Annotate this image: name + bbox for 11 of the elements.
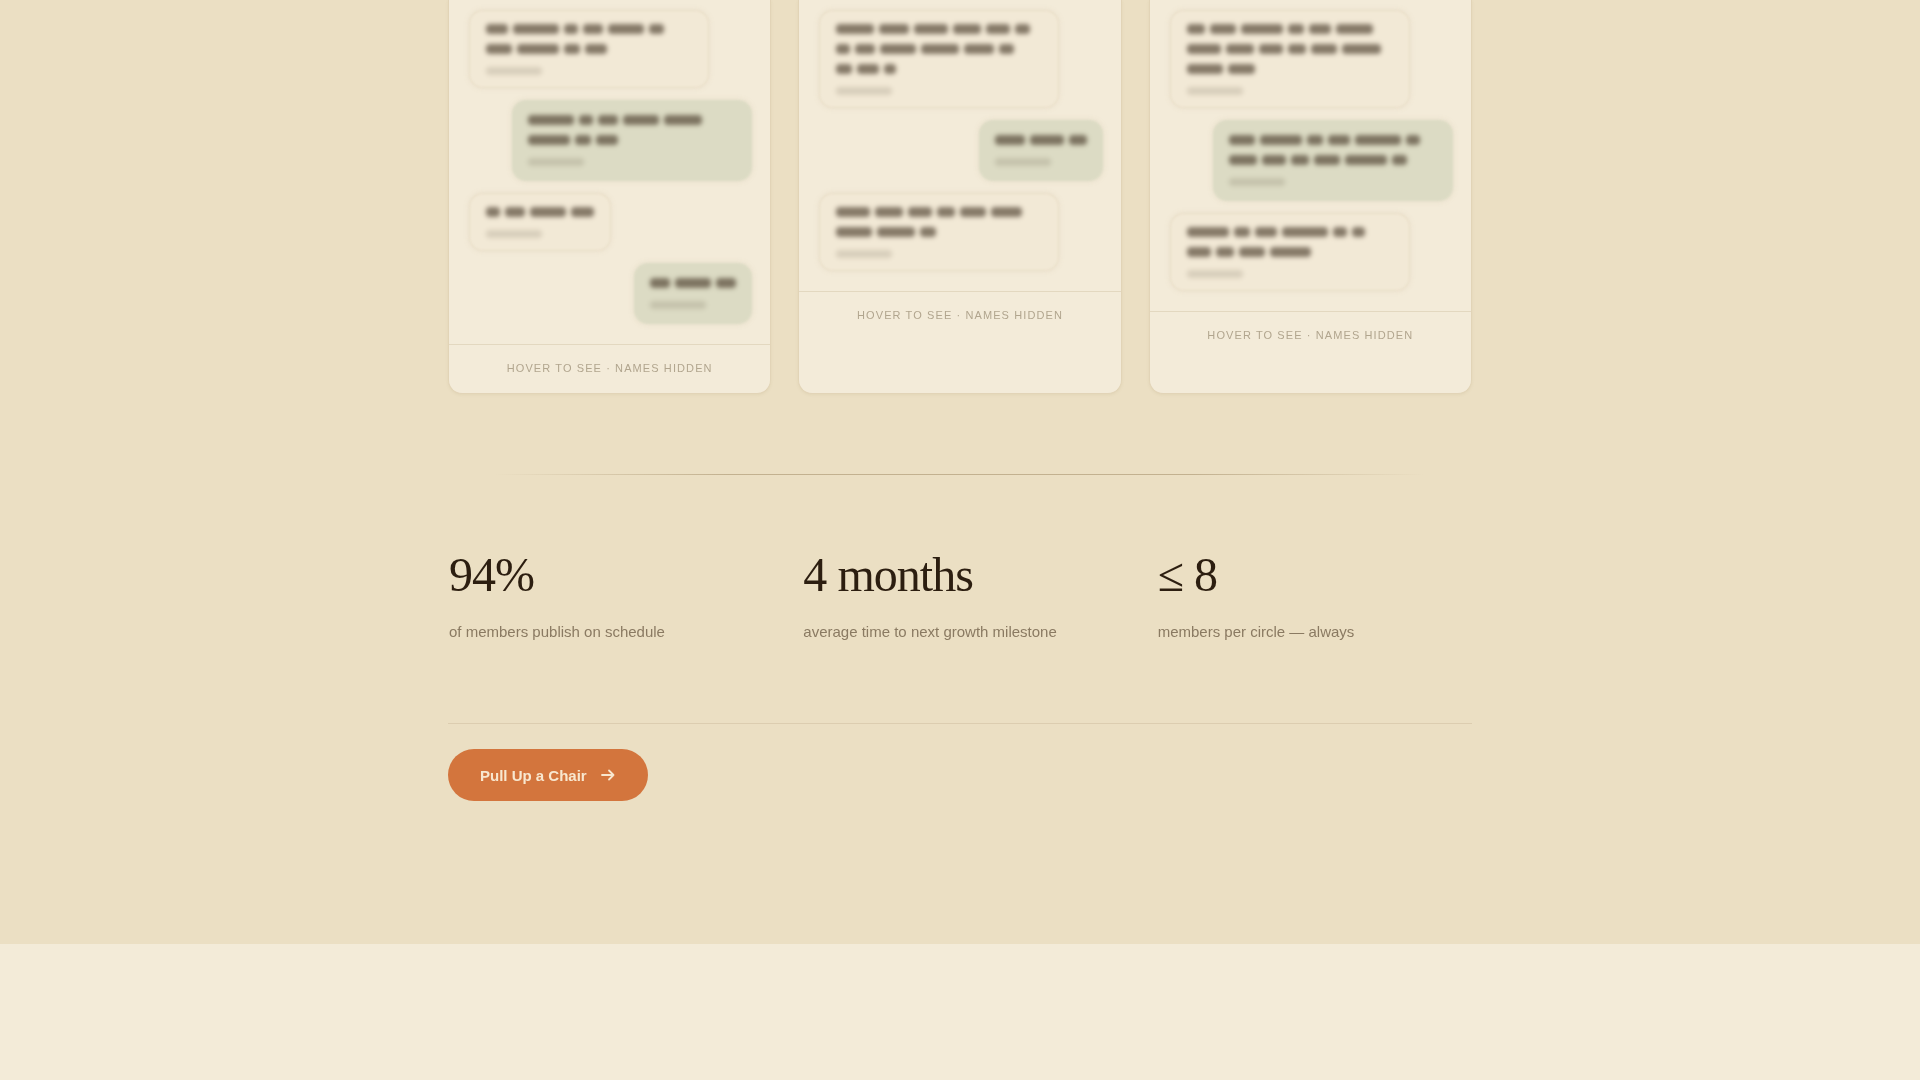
hover-hint: HOVER TO SEE · NAMES HIDDEN [1207,329,1414,342]
stat-caption: average time to next growth milestone [803,622,1057,642]
hover-hint: HOVER TO SEE · NAMES HIDDEN [506,362,713,375]
stat-value: ≤ 8 [1157,551,1218,599]
arrow-right-icon [600,769,615,781]
stat-value: 4 months [803,551,973,599]
stat-caption: of members publish on schedule [449,622,665,642]
stat-value: 94% [449,551,535,599]
stat-caption: members per circle — always [1157,622,1355,642]
hover-hint: HOVER TO SEE · NAMES HIDDEN [857,309,1063,322]
cta-button[interactable]: Pull Up a Chair [448,749,648,801]
